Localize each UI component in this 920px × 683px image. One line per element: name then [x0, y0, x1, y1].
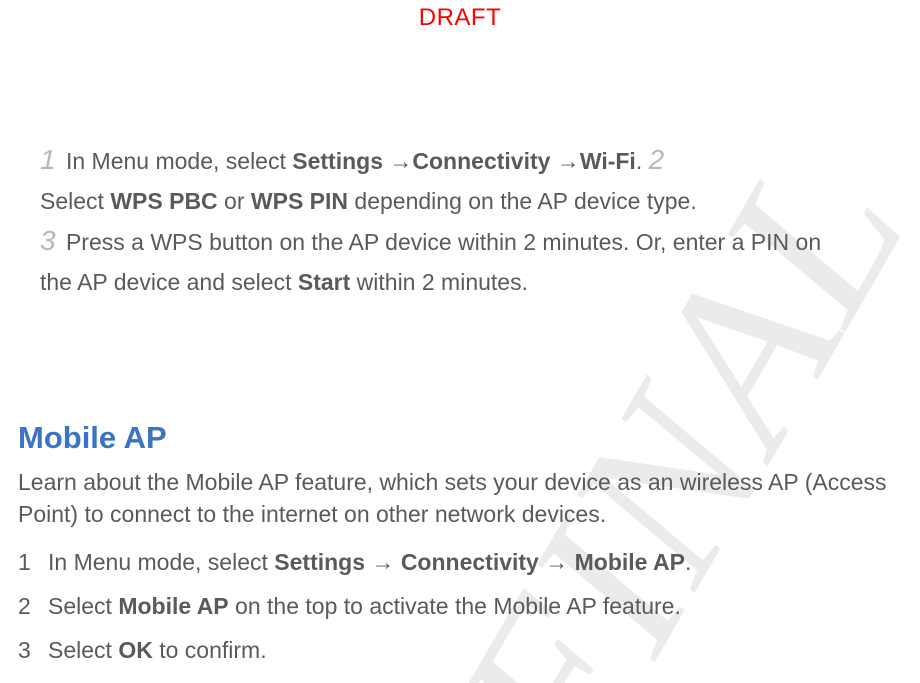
text: or — [218, 188, 251, 214]
text: to confirm. — [153, 637, 267, 663]
instruction-block-1: 1 In Menu mode, select Settings →Connect… — [40, 140, 850, 302]
list-item: 1 In Menu mode, select Settings → Connec… — [18, 540, 890, 584]
text: on the top to activate the Mobile AP fea… — [229, 593, 681, 619]
step-number-2: 2 — [649, 144, 665, 175]
section-intro: Learn about the Mobile AP feature, which… — [18, 466, 910, 530]
list-number-3: 3 — [18, 628, 48, 672]
step-number-3: 3 — [40, 225, 56, 256]
draft-watermark-top: DRAFT — [0, 4, 920, 32]
list-text: Select Mobile AP on the top to activate … — [48, 584, 681, 628]
document-page: DRAFT FINAL 1 In Menu mode, select Setti… — [0, 0, 920, 683]
list-text: In Menu mode, select Settings → Connecti… — [48, 540, 691, 584]
text: . — [685, 549, 691, 575]
text: Select — [48, 593, 118, 619]
bold-connectivity: Connectivity — [412, 148, 550, 174]
bold-connectivity: Connectivity — [401, 549, 539, 575]
text: Select — [48, 637, 118, 663]
bold-wifi: Wi-Fi — [580, 148, 636, 174]
bold-wps-pbc: WPS PBC — [110, 188, 217, 214]
bold-start: Start — [298, 269, 350, 295]
text: within 2 minutes. — [350, 269, 528, 295]
text: Select — [40, 188, 110, 214]
list-number-1: 1 — [18, 540, 48, 584]
ordered-list: 1 In Menu mode, select Settings → Connec… — [18, 540, 890, 672]
step-number-1: 1 — [40, 144, 56, 175]
bold-mobile-ap: Mobile AP — [118, 593, 228, 619]
bold-settings: Settings — [274, 549, 365, 575]
text: depending on the AP device type. — [348, 188, 697, 214]
bold-mobile-ap: Mobile AP — [575, 549, 685, 575]
text: → — [365, 549, 401, 575]
list-item: 3 Select OK to confirm. — [18, 628, 890, 672]
text: . — [636, 148, 649, 174]
bold-settings: Settings — [292, 148, 383, 174]
text: → — [539, 549, 575, 575]
text: → — [550, 148, 579, 174]
section-heading-mobile-ap: Mobile AP — [18, 420, 167, 456]
bold-ok: OK — [118, 637, 153, 663]
list-item: 2 Select Mobile AP on the top to activat… — [18, 584, 890, 628]
list-text: Select OK to confirm. — [48, 628, 267, 672]
bold-wps-pin: WPS PIN — [251, 188, 348, 214]
list-number-2: 2 — [18, 584, 48, 628]
text: In Menu mode, select — [60, 148, 293, 174]
text: → — [383, 148, 412, 174]
text: In Menu mode, select — [48, 549, 274, 575]
